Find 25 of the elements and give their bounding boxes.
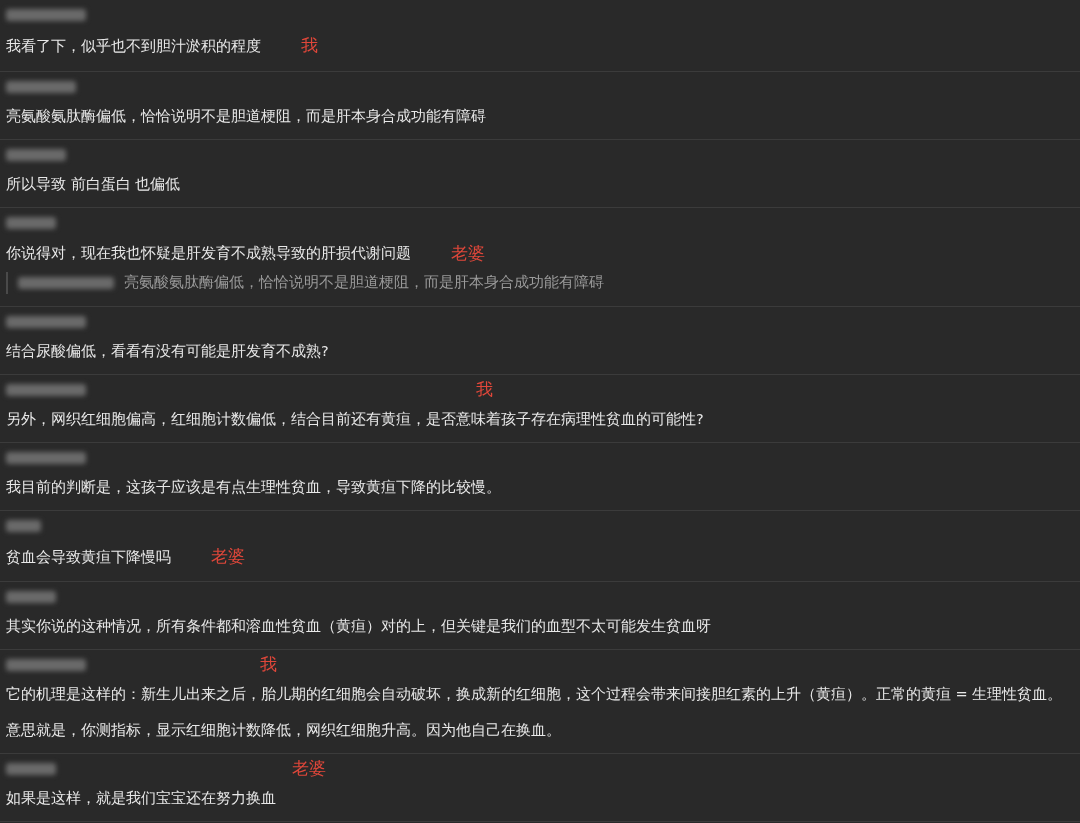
annotation-label: 老婆 (451, 241, 485, 265)
annotation-label: 老婆 (292, 757, 326, 781)
annotation-label: 我 (260, 653, 277, 677)
redacted-name (6, 763, 56, 776)
annotation-label: 老婆 (211, 544, 245, 568)
message-text: 我目前的判断是，这孩子应该是有点生理性贫血，导致黄疸下降的比较慢。 (6, 477, 501, 497)
message-text: 亮氨酸氨肽酶偏低，恰恰说明不是胆道梗阻，而是肝本身合成功能有障碍 (6, 106, 486, 126)
message-text: 我看了下，似乎也不到胆汁淤积的程度 (6, 36, 261, 56)
redacted-name (6, 591, 56, 604)
message-text: 你说得对，现在我也怀疑是肝发育不成熟导致的肝损代谢问题 (6, 244, 411, 264)
annotation-label: 我 (301, 34, 318, 57)
redacted-name (6, 519, 41, 532)
message-text: 所以导致 前白蛋白 也偏低 (6, 174, 181, 194)
annotation-label: 我 (476, 377, 493, 401)
message-text: 其实你说的这种情况，所有条件都和溶血性贫血（黄疸）对的上，但关键是我们的血型不太可能发生贫血呀 (6, 617, 711, 637)
message-text: 它的机理是这样的：新生儿出来之后，胎儿期的红细胞会自动破坏，换成新的红细胞，这个过程会带来间接胆红素的上升（黄疸）。正常的黄疸 = 生理性贫血。 (6, 685, 1063, 705)
redacted-name (6, 80, 76, 93)
redacted-name (6, 216, 56, 229)
quoted-text: 亮氨酸氨肽酶偏低，恰恰说明不是胆道梗阻，而是肝本身合成功能有障碍 (124, 273, 604, 292)
message-text: 另外，网织红细胞偏高，红细胞计数偏低，结合目前还有黄疸，是否意味着孩子存在病理性贫血的可能性? (6, 409, 704, 429)
message-text: 结合尿酸偏低，看看有没有可能是肝发育不成熟? (6, 341, 329, 361)
message-text: 贫血会导致黄疸下降慢吗 (6, 547, 171, 567)
redacted-name (6, 148, 66, 161)
message-text: 如果是这样，就是我们宝宝还在努力换血 (6, 789, 276, 809)
message-text: 意思就是，你测指标，显示红细胞计数降低，网织红细胞升高。因为他自己在换血。 (6, 721, 561, 741)
